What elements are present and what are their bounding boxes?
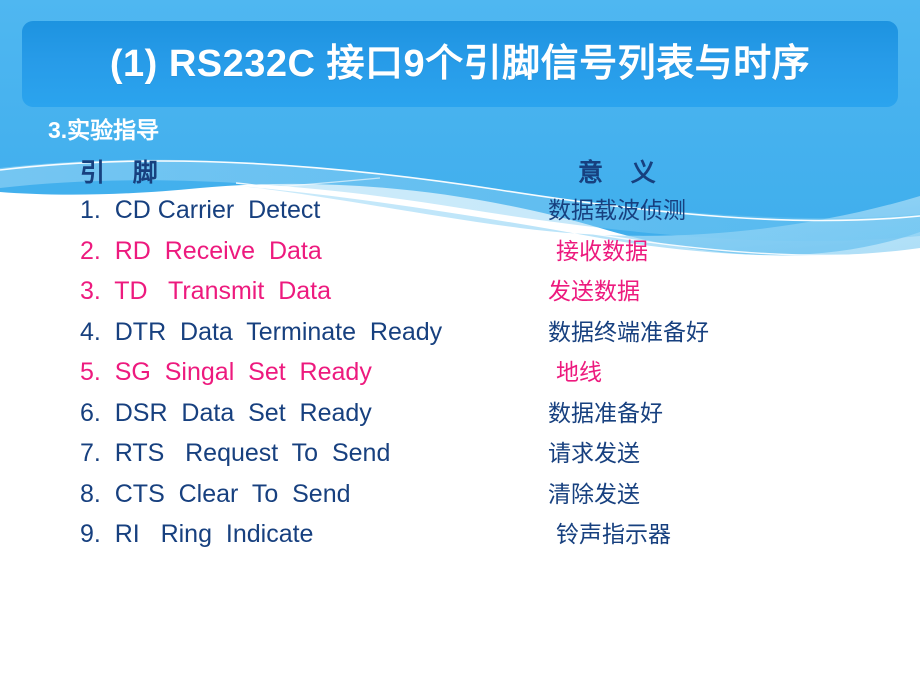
pin-meaning-label: 接收数据 — [556, 237, 648, 264]
pin-row: 3. TD Transmit Data 发送数据 — [0, 277, 920, 319]
slide-canvas: (1) RS232C 接口9个引脚信号列表与时序 3.实验指导 引 脚 意 义 … — [0, 0, 920, 690]
pin-signal-label: 3. TD Transmit Data — [80, 277, 332, 305]
pin-meaning-label: 请求发送 — [548, 440, 640, 466]
pin-meaning-label: 铃声指示器 — [556, 521, 671, 547]
pin-signal-label: 1. CD Carrier Detect — [80, 196, 321, 224]
pin-signal-label: 7. RTS Request To Send — [80, 439, 391, 467]
pin-row: 5. SG Singal Set Ready 地线 — [0, 358, 920, 400]
pin-signal-label: 4. DTR Data Terminate Ready — [80, 317, 443, 346]
pin-signal-label: 2. RD Receive Data — [80, 236, 322, 265]
pin-meaning-label: 发送数据 — [548, 278, 640, 304]
page-title: (1) RS232C 接口9个引脚信号列表与时序 — [109, 43, 811, 85]
pin-meaning-label: 清除发送 — [548, 480, 640, 507]
pin-row: 1. CD Carrier Detect 数据载波侦测 — [0, 196, 920, 238]
slide-title-bar: (1) RS232C 接口9个引脚信号列表与时序 — [22, 21, 898, 107]
pin-signal-label: 8. CTS Clear To Send — [80, 479, 351, 508]
pin-signal-label: 5. SG Singal Set Ready — [80, 358, 372, 386]
pin-meaning-label: 数据终端准备好 — [548, 318, 709, 345]
pin-row: 6. DSR Data Set Ready 数据准备好 — [0, 398, 920, 441]
column-header-pin: 引 脚 — [80, 159, 158, 187]
pin-signal-label: 9. RI Ring Indicate — [80, 520, 314, 548]
pin-row: 7. RTS Request To Send 请求发送 — [0, 439, 920, 481]
pin-row: 9. RI Ring Indicate 铃声指示器 — [0, 520, 920, 562]
pin-meaning-label: 数据载波侦测 — [548, 197, 686, 223]
pin-row: 4. DTR Data Terminate Ready 数据终端准备好 — [0, 317, 920, 360]
pin-row: 8. CTS Clear To Send 清除发送 — [0, 479, 920, 522]
pin-row: 2. RD Receive Data 接收数据 — [0, 236, 920, 279]
pin-signal-list: 1. CD Carrier Detect 数据载波侦测 2. RD Receive … — [0, 196, 920, 562]
pin-meaning-label: 地线 — [556, 359, 602, 385]
pin-signal-label: 6. DSR Data Set Ready — [80, 398, 372, 427]
pin-meaning-label: 数据准备好 — [548, 399, 663, 426]
white-curve-line-3 — [0, 177, 381, 198]
column-header-meaning: 意 义 — [578, 159, 656, 187]
section-label: 3.实验指导 — [48, 117, 160, 143]
